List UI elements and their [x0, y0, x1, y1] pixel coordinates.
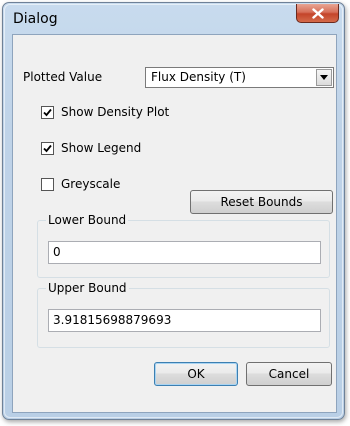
lower-bound-input[interactable]: 0: [48, 241, 321, 264]
close-icon: [311, 7, 324, 19]
chevron-down-icon: [320, 75, 328, 80]
cancel-button[interactable]: Cancel: [246, 362, 332, 386]
greyscale-checkbox-row[interactable]: Greyscale: [41, 176, 120, 192]
show-density-plot-checkbox[interactable]: [41, 105, 54, 119]
plotted-value-dropdown[interactable]: Flux Density (T): [145, 67, 334, 88]
ok-button[interactable]: OK: [154, 362, 238, 386]
upper-bound-label: Upper Bound: [46, 281, 129, 295]
greyscale-checkbox[interactable]: [41, 177, 54, 191]
lower-bound-label: Lower Bound: [46, 213, 129, 227]
dialog-client-area: Plotted Value Flux Density (T) Show Dens…: [12, 34, 337, 413]
lower-bound-value: 0: [53, 245, 61, 259]
show-legend-label: Show Legend: [61, 141, 142, 155]
lower-bound-group: Lower Bound 0: [37, 213, 330, 278]
checkmark-icon: [43, 144, 52, 152]
greyscale-label: Greyscale: [61, 177, 121, 191]
checkmark-icon: [43, 108, 52, 116]
dropdown-arrow-button[interactable]: [316, 69, 332, 86]
upper-bound-value: 3.91815698879693: [53, 313, 172, 327]
plotted-value-label: Plotted Value: [23, 70, 103, 84]
plotted-value-selected: Flux Density (T): [151, 70, 246, 84]
close-button[interactable]: [296, 4, 339, 23]
show-density-plot-label: Show Density Plot: [61, 105, 170, 119]
reset-bounds-button[interactable]: Reset Bounds: [190, 190, 333, 214]
show-legend-checkbox[interactable]: [41, 141, 54, 155]
show-legend-checkbox-row[interactable]: Show Legend: [41, 140, 141, 156]
upper-bound-group: Upper Bound 3.91815698879693: [37, 281, 330, 348]
dialog-window: Dialog Plotted Value Flux Density (T) Sh…: [2, 2, 345, 420]
show-density-plot-checkbox-row[interactable]: Show Density Plot: [41, 104, 169, 120]
window-title: Dialog: [13, 11, 58, 27]
upper-bound-input[interactable]: 3.91815698879693: [48, 309, 321, 332]
